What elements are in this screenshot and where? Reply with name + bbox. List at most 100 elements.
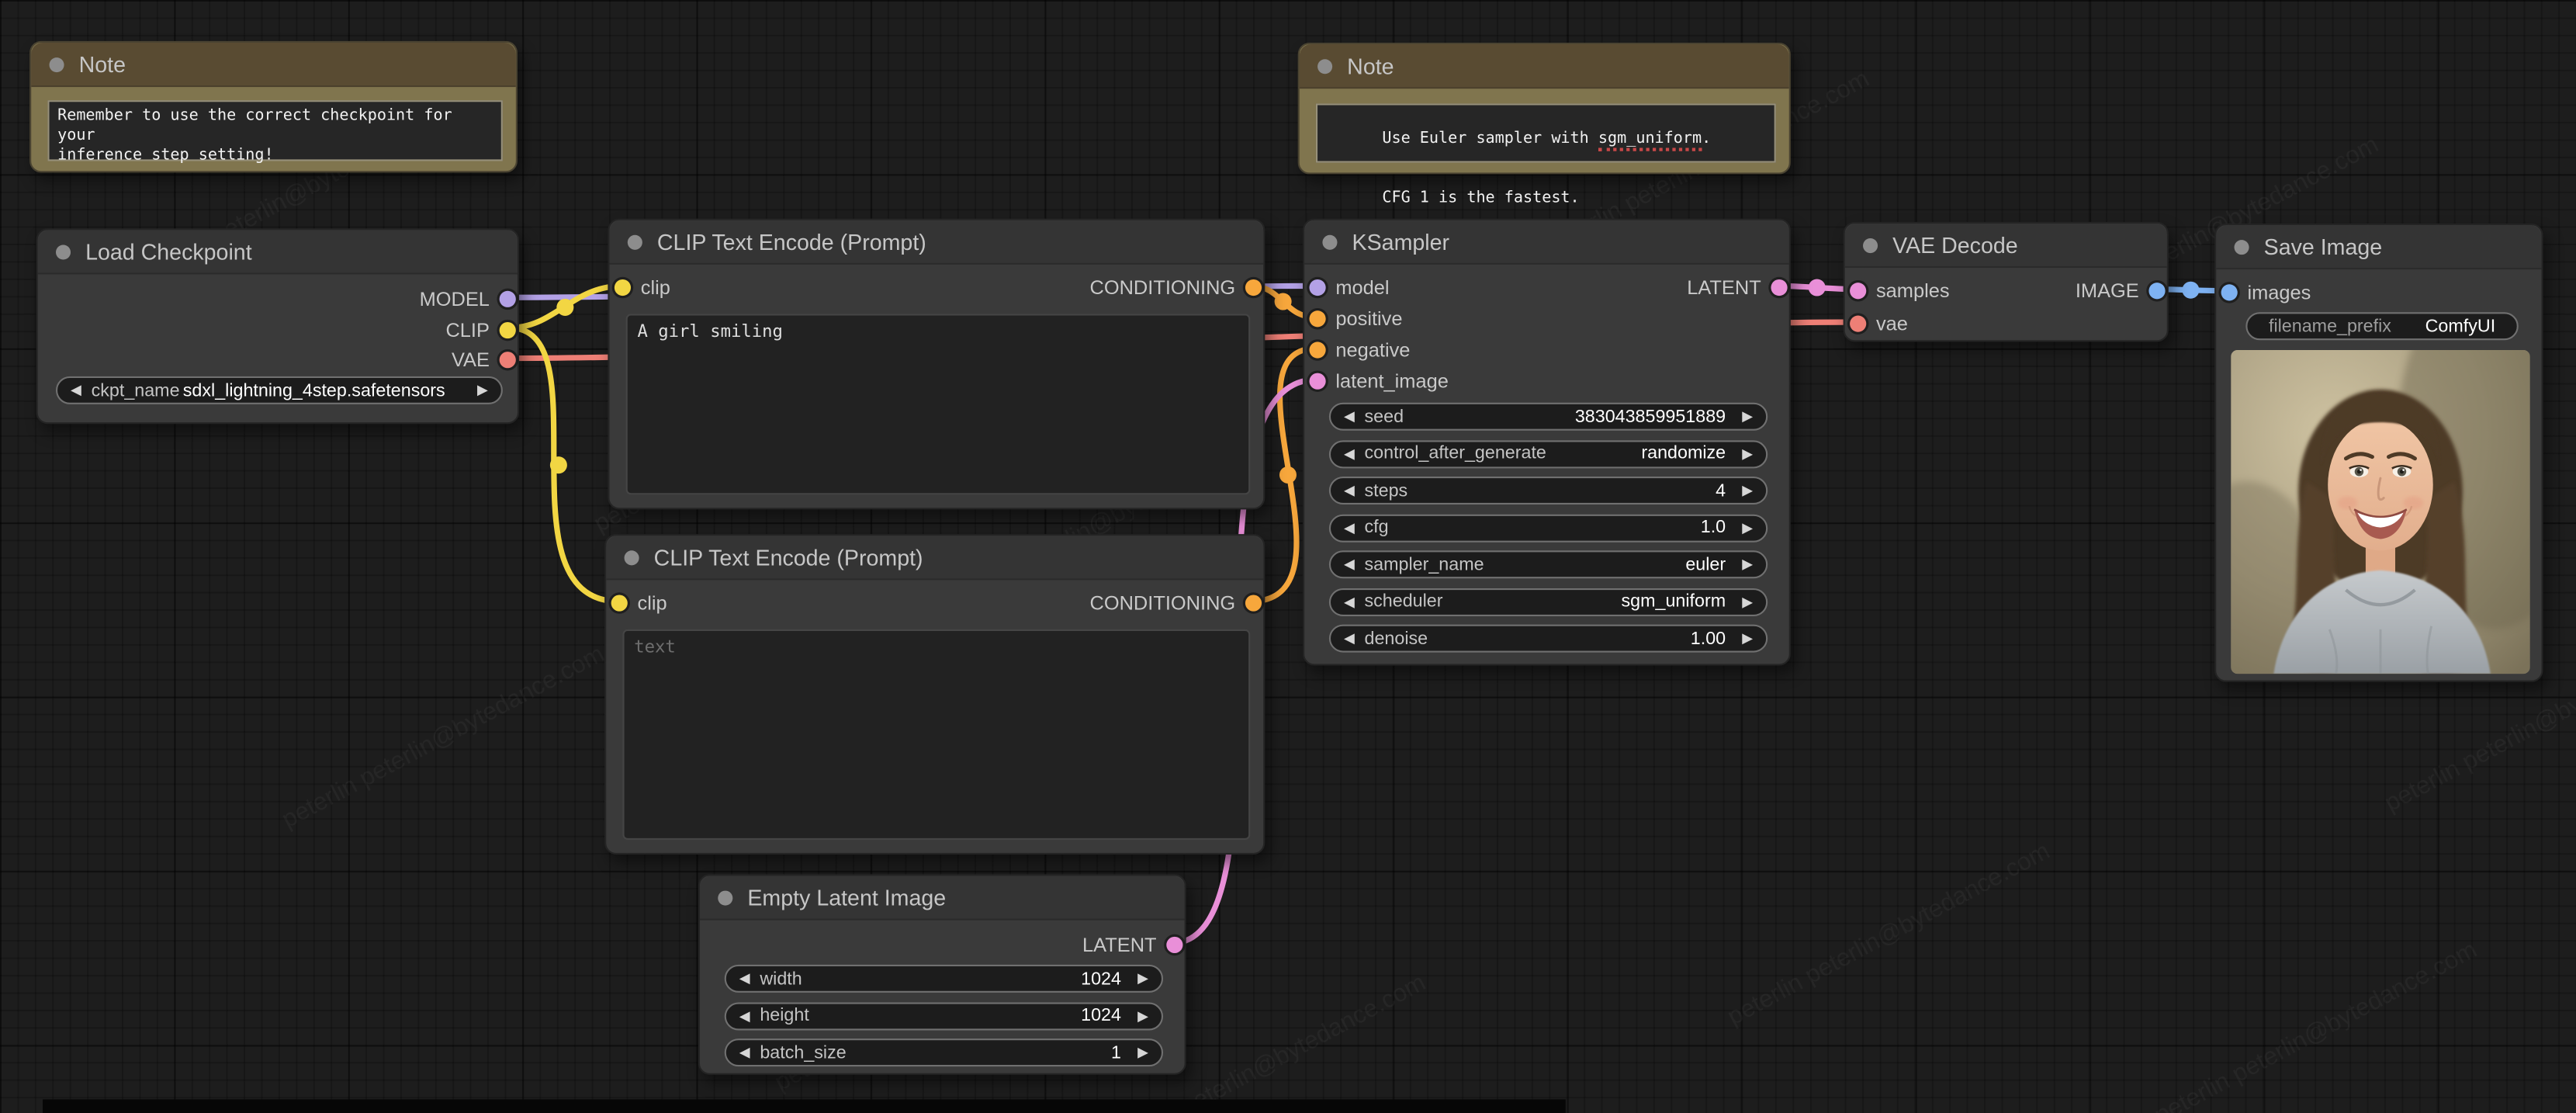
- decrement-arrow-icon[interactable]: ◀: [1344, 410, 1355, 424]
- node-vae-decode[interactable]: VAE Decode samples vae IMAGE: [1843, 221, 2169, 342]
- port-dot-model[interactable]: [1309, 279, 1326, 296]
- port-output-clip[interactable]: CLIP: [445, 314, 516, 344]
- port-dot-conditioning[interactable]: [1245, 279, 1262, 296]
- port-input-images[interactable]: images: [2221, 278, 2311, 307]
- widget-width[interactable]: ◀ width 1024 ▶: [724, 964, 1164, 993]
- collapse-dot-icon[interactable]: [718, 889, 733, 905]
- node-title-bar[interactable]: CLIP Text Encode (Prompt): [609, 220, 1264, 265]
- port-dot-latent[interactable]: [1166, 936, 1183, 954]
- decrement-arrow-icon[interactable]: ◀: [1344, 521, 1355, 535]
- increment-arrow-icon[interactable]: ▶: [1742, 484, 1753, 498]
- node-title-bar[interactable]: Save Image: [2216, 225, 2542, 270]
- port-input-positive[interactable]: positive: [1309, 304, 1403, 334]
- decrement-arrow-icon[interactable]: ◀: [1344, 632, 1355, 646]
- increment-arrow-icon[interactable]: ▶: [1137, 1045, 1148, 1059]
- node-clip-text-encode-negative[interactable]: CLIP Text Encode (Prompt) clip CONDITION…: [604, 534, 1265, 855]
- decrement-arrow-icon[interactable]: ◀: [739, 1008, 750, 1022]
- port-output-vae[interactable]: VAE: [452, 345, 516, 375]
- decrement-arrow-icon[interactable]: ◀: [739, 1045, 750, 1059]
- node-note-sampler[interactable]: Note Use Euler sampler with sgm_uniform.…: [1297, 43, 1791, 206]
- prompt-textarea[interactable]: [622, 629, 1251, 840]
- port-output-latent[interactable]: LATENT: [1082, 930, 1183, 959]
- node-save-image[interactable]: Save Image images filename_prefix ComfyU…: [2214, 223, 2543, 682]
- port-dot-conditioning[interactable]: [1309, 342, 1326, 359]
- port-input-vae[interactable]: vae: [1850, 309, 1908, 338]
- increment-arrow-icon[interactable]: ▶: [1137, 972, 1148, 986]
- increment-arrow-icon[interactable]: ▶: [477, 383, 488, 397]
- widget-value[interactable]: 383043859951889: [1575, 407, 1733, 426]
- widget-value[interactable]: 1.0: [1701, 518, 1733, 537]
- increment-arrow-icon[interactable]: ▶: [1742, 521, 1753, 535]
- collapse-dot-icon[interactable]: [627, 234, 642, 249]
- port-output-conditioning[interactable]: CONDITIONING: [1089, 588, 1262, 618]
- port-dot-vae[interactable]: [499, 352, 516, 369]
- node-title-bar[interactable]: CLIP Text Encode (Prompt): [606, 536, 1264, 581]
- decrement-arrow-icon[interactable]: ◀: [1344, 595, 1355, 609]
- node-ksampler[interactable]: KSampler model positive negative latent_…: [1303, 218, 1791, 666]
- widget-height[interactable]: ◀ height 1024 ▶: [724, 1001, 1164, 1030]
- widget-batch-size[interactable]: ◀ batch_size 1 ▶: [724, 1038, 1164, 1067]
- port-dot-clip[interactable]: [611, 595, 628, 612]
- node-title-bar[interactable]: KSampler: [1304, 220, 1789, 265]
- widget-value[interactable]: sgm_uniform: [1622, 591, 1733, 611]
- widget-value[interactable]: 1: [1111, 1042, 1127, 1062]
- widget-value[interactable]: 1.00: [1691, 629, 1733, 648]
- node-title-bar[interactable]: Empty Latent Image: [699, 875, 1185, 921]
- collapse-dot-icon[interactable]: [1317, 58, 1333, 74]
- widget-sampler-name[interactable]: ◀ sampler_name euler ▶: [1328, 550, 1768, 579]
- collapse-dot-icon[interactable]: [624, 550, 639, 565]
- collapse-dot-icon[interactable]: [1863, 237, 1878, 253]
- decrement-arrow-icon[interactable]: ◀: [1344, 446, 1355, 460]
- graph-canvas[interactable]: Note Remember to use the correct checkpo…: [0, 0, 2576, 1113]
- port-input-model[interactable]: model: [1309, 272, 1390, 302]
- port-input-negative[interactable]: negative: [1309, 335, 1410, 365]
- collapse-dot-icon[interactable]: [2234, 239, 2249, 255]
- increment-arrow-icon[interactable]: ▶: [1742, 595, 1753, 609]
- port-dot-conditioning[interactable]: [1245, 595, 1262, 612]
- widget-value[interactable]: 4: [1716, 480, 1732, 500]
- port-output-model[interactable]: MODEL: [420, 284, 516, 314]
- widget-value[interactable]: ComfyUI: [2425, 317, 2496, 336]
- note-text[interactable]: Remember to use the correct checkpoint f…: [47, 100, 503, 164]
- widget-control-after-generate[interactable]: ◀ control_after_generate randomize ▶: [1328, 439, 1768, 468]
- increment-arrow-icon[interactable]: ▶: [1742, 446, 1753, 460]
- widget-value[interactable]: 1024: [1081, 969, 1127, 988]
- node-load-checkpoint[interactable]: Load Checkpoint MODEL CLIP VAE ◀ ckpt_na…: [36, 228, 520, 425]
- increment-arrow-icon[interactable]: ▶: [1742, 410, 1753, 424]
- port-output-latent[interactable]: LATENT: [1687, 272, 1788, 302]
- decrement-arrow-icon[interactable]: ◀: [739, 972, 750, 986]
- decrement-arrow-icon[interactable]: ◀: [71, 383, 81, 397]
- decrement-arrow-icon[interactable]: ◀: [1344, 557, 1355, 571]
- node-title-bar[interactable]: Load Checkpoint: [37, 230, 518, 275]
- port-output-image[interactable]: IMAGE: [2076, 276, 2166, 306]
- port-dot-clip[interactable]: [499, 321, 516, 338]
- port-input-samples[interactable]: samples: [1850, 276, 1950, 306]
- port-dot-clip[interactable]: [614, 279, 632, 296]
- increment-arrow-icon[interactable]: ▶: [1742, 632, 1753, 646]
- prompt-textarea[interactable]: A girl smiling: [625, 314, 1251, 495]
- widget-value[interactable]: sdxl_lightning_4step.safetensors: [183, 380, 445, 400]
- widget-filename-prefix[interactable]: filename_prefix ComfyUI: [2245, 312, 2519, 341]
- port-dot-latent[interactable]: [1850, 283, 1867, 300]
- widget-denoise[interactable]: ◀ denoise 1.00 ▶: [1328, 624, 1768, 653]
- port-input-clip[interactable]: clip: [614, 272, 670, 302]
- port-dot-latent[interactable]: [1309, 373, 1326, 390]
- widget-scheduler[interactable]: ◀ scheduler sgm_uniform ▶: [1328, 587, 1768, 615]
- port-dot-vae[interactable]: [1850, 315, 1867, 332]
- node-title-bar[interactable]: VAE Decode: [1844, 223, 2167, 269]
- port-dot-conditioning[interactable]: [1309, 310, 1326, 328]
- node-title-bar[interactable]: Note: [1299, 44, 1789, 89]
- collapse-dot-icon[interactable]: [49, 57, 64, 72]
- widget-value[interactable]: euler: [1685, 555, 1732, 574]
- port-dot-latent[interactable]: [1771, 279, 1788, 296]
- port-input-latent-image[interactable]: latent_image: [1309, 366, 1449, 396]
- port-dot-image[interactable]: [2148, 283, 2166, 300]
- port-dot-image[interactable]: [2221, 284, 2238, 301]
- widget-seed[interactable]: ◀ seed 383043859951889 ▶: [1328, 402, 1768, 431]
- note-text[interactable]: Use Euler sampler with sgm_uniform. CFG …: [1315, 103, 1776, 206]
- port-output-conditioning[interactable]: CONDITIONING: [1089, 272, 1262, 302]
- node-clip-text-encode-positive[interactable]: CLIP Text Encode (Prompt) clip CONDITION…: [608, 218, 1265, 510]
- increment-arrow-icon[interactable]: ▶: [1137, 1008, 1148, 1022]
- increment-arrow-icon[interactable]: ▶: [1742, 557, 1753, 571]
- node-empty-latent-image[interactable]: Empty Latent Image LATENT ◀ width 1024 ▶…: [698, 874, 1186, 1075]
